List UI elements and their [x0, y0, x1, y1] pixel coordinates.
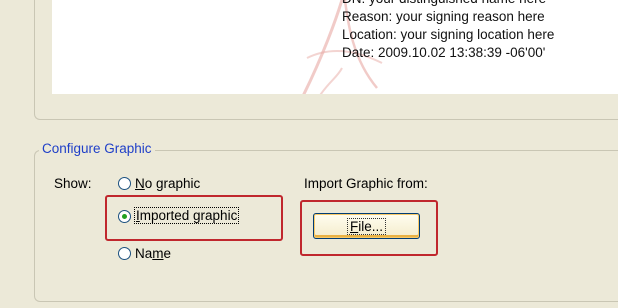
signature-preview: DN: your distinguished name here Reason:… — [52, 0, 618, 94]
reason-line: Reason: your signing reason here — [342, 9, 545, 24]
name-radio[interactable] — [118, 247, 131, 260]
name-label[interactable]: Name — [135, 246, 171, 261]
location-line: Location: your signing location here — [342, 27, 555, 42]
signature-details: DN: your distinguished name here Reason:… — [342, 0, 554, 62]
import-graphic-label: Import Graphic from: — [304, 176, 428, 191]
no-graphic-radio[interactable] — [118, 177, 131, 190]
configure-graphic-legend: Configure Graphic — [39, 141, 155, 156]
dn-line: DN: your distinguished name here — [342, 0, 554, 8]
imported-graphic-label[interactable]: Imported graphic — [133, 207, 240, 224]
date-line: Date: 2009.10.02 13:38:39 -06'00' — [342, 45, 546, 60]
no-graphic-label[interactable]: No graphic — [135, 176, 200, 191]
file-button[interactable]: File... — [313, 213, 420, 239]
show-label: Show: — [54, 176, 92, 191]
file-button-label: File... — [346, 218, 387, 235]
imported-graphic-radio[interactable] — [118, 210, 131, 223]
